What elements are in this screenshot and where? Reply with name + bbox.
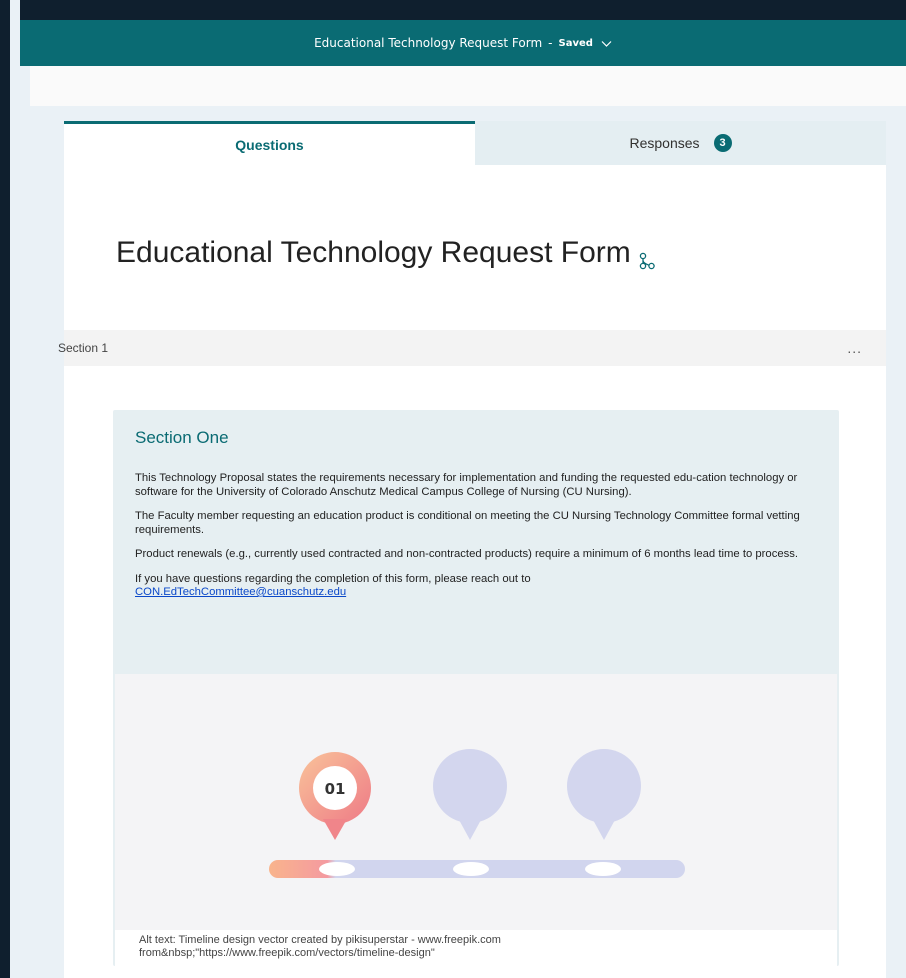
header-separator: - <box>548 36 553 50</box>
section-description: This Technology Proposal states the requ… <box>135 472 825 611</box>
contact-text: If you have questions regarding the comp… <box>135 572 531 585</box>
section-title: Section One <box>135 428 229 447</box>
tab-responses-label: Responses <box>629 135 700 151</box>
tab-responses[interactable]: Responses 3 <box>475 121 886 165</box>
chevron-down-icon[interactable] <box>601 38 612 49</box>
save-status: Saved <box>558 37 593 49</box>
timeline-dot <box>585 862 621 876</box>
contact-email-link[interactable]: CON.EdTechCommittee@cuanschutz.edu <box>135 586 346 598</box>
description-paragraph-contact: If you have questions regarding the comp… <box>135 573 825 600</box>
more-options-icon[interactable]: ... <box>847 340 862 356</box>
app-header: Educational Technology Request Form - Sa… <box>20 20 906 66</box>
top-bar <box>20 0 906 20</box>
section-header: Section 1 ... <box>58 330 886 366</box>
responses-count-badge: 3 <box>713 134 732 152</box>
tab-questions-label: Questions <box>235 136 304 153</box>
tab-bar: Questions Responses 3 <box>64 121 886 165</box>
description-paragraph: Product renewals (e.g., currently used c… <box>135 548 799 560</box>
image-alt-text: Alt text: Timeline design vector created… <box>115 930 837 966</box>
timeline-marker <box>567 749 641 840</box>
description-paragraph: This Technology Proposal states the requ… <box>135 472 798 498</box>
section-image: 01 <box>115 674 837 964</box>
toolbar-area <box>30 66 906 106</box>
branching-icon[interactable] <box>639 244 655 270</box>
section-label: Section 1 <box>58 341 109 355</box>
timeline-marker <box>433 749 507 840</box>
section-card[interactable]: Section One This Technology Proposal sta… <box>113 410 839 966</box>
form-title[interactable]: Educational Technology Request Form <box>116 236 655 270</box>
header-title[interactable]: Educational Technology Request Form <box>314 36 542 50</box>
timeline-illustration: 01 <box>269 749 685 878</box>
timeline-dot <box>453 862 489 876</box>
alt-text-line: from&nbsp;"https://www.freepik.com/vecto… <box>139 947 435 959</box>
window-edge <box>0 0 10 978</box>
tab-questions[interactable]: Questions <box>64 121 475 165</box>
timeline-dot <box>319 862 355 876</box>
alt-text-line: Alt text: Timeline design vector created… <box>139 934 501 946</box>
timeline-marker-label: 01 <box>325 780 346 798</box>
description-paragraph: The Faculty member requesting an educati… <box>135 510 800 536</box>
form-title-text: Educational Technology Request Form <box>116 236 631 269</box>
